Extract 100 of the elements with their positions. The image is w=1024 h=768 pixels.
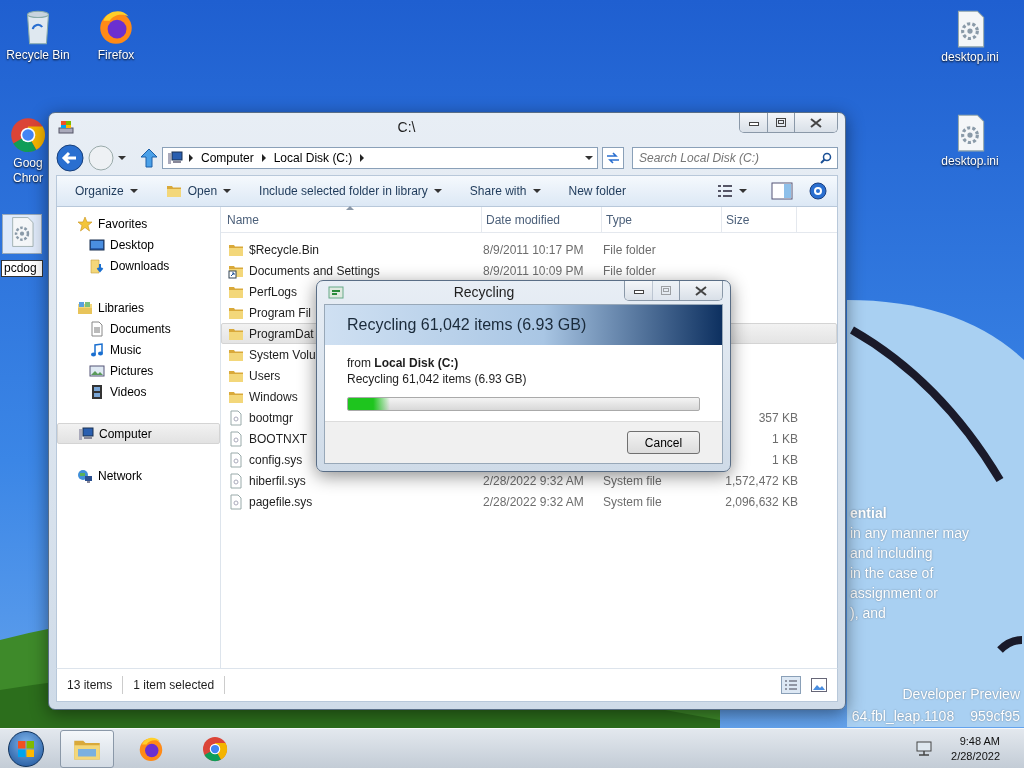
nav-item[interactable]: Network [57,465,220,486]
file-name[interactable]: System Volu [249,345,316,364]
dialog-title: Recycling [452,283,516,302]
chevron-icon[interactable] [261,154,266,162]
chevron-icon[interactable] [360,154,365,162]
wallpaper-text: ential [850,504,888,523]
search-field[interactable]: Search Local Disk (C:) [632,147,838,169]
nav-item[interactable]: Music [57,339,220,360]
file-name[interactable]: BOOTNXT [249,429,307,448]
file-name[interactable]: $Recycle.Bin [249,240,320,259]
document-icon [89,320,105,337]
new-folder-button[interactable]: New folder [560,180,634,202]
recent-pages-caret-icon[interactable] [118,156,126,160]
dropdown-caret-icon[interactable] [585,156,593,160]
file-icon [228,472,244,489]
minimize-button[interactable] [625,281,652,300]
preview-pane-button[interactable] [771,181,793,201]
cancel-button[interactable]: Cancel [627,431,700,454]
refresh-button[interactable] [602,147,624,169]
downloads-folder-icon [89,257,105,274]
wallpaper-text: in the case of [850,564,935,583]
clock[interactable]: 9:48 AM 2/28/2022 [951,733,1000,764]
drive-icon [58,119,74,135]
nav-item[interactable]: Desktop [57,234,220,255]
file-name[interactable]: hiberfil.sys [249,471,306,490]
file-name[interactable]: bootmgr [249,408,294,427]
caret-icon [129,189,138,193]
file-icon [228,409,244,426]
back-arrow-button[interactable] [56,144,84,172]
menu-button[interactable]: Include selected folder in library [251,180,450,202]
address-bar[interactable]: Computer Local Disk (C:) [162,147,598,169]
file-name[interactable]: pagefile.sys [249,492,313,511]
menu-button[interactable]: Open [157,180,240,202]
file-icon [228,430,244,447]
nav-item[interactable]: Libraries [57,297,220,318]
picture-icon [89,362,105,379]
minimize-icon [633,287,644,294]
nav-item[interactable]: Pictures [57,360,220,381]
menu-button[interactable]: Share with [461,180,549,202]
file-name[interactable]: Documents and Settings [249,261,380,280]
up-arrow-button[interactable] [140,148,158,168]
wallpaper-text: and including [850,544,934,563]
nav-item[interactable]: Documents [57,318,220,339]
computer-icon [78,425,94,442]
close-button[interactable] [679,281,722,300]
taskbar-button[interactable] [60,729,114,768]
type-cell: File folder [603,263,656,278]
film-icon [89,383,105,400]
library-icon [77,299,93,316]
maximize-icon [661,286,671,295]
type-cell: File folder [603,242,656,257]
file-name[interactable]: PerfLogs [249,282,298,301]
star-icon [77,215,93,232]
wallpaper-text: in any manner may [850,524,970,543]
size-cell: 357 KB [758,410,798,425]
caret-icon [532,189,541,193]
maximize-icon [776,118,786,127]
icon-label: desktop.ini [941,50,999,65]
icon-label: Chror [13,171,43,186]
column-header[interactable]: Size [722,207,797,232]
sort-arrow-icon [346,206,354,210]
size-cell: 1,572,472 KB [725,473,798,488]
maximize-button[interactable] [767,113,794,132]
column-header[interactable]: Date modified [482,207,602,232]
help-button[interactable] [809,182,827,200]
icon-label: Firefox [97,48,135,63]
network-icon[interactable] [915,739,934,758]
source-text: from Local Disk (C:) [347,355,460,371]
breadcrumb-item[interactable]: Computer [199,149,256,167]
progress-detail: Recycling 61,042 items (6.93 GB) [347,371,528,387]
chevron-icon[interactable] [189,154,193,162]
file-name[interactable]: config.sys [249,450,303,469]
music-note-icon [89,341,105,358]
type-cell: System file [603,473,662,488]
breadcrumb-item[interactable]: Local Disk (C:) [271,149,355,167]
column-header[interactable]: Type [602,207,722,232]
size-cell: 2,096,632 KB [725,494,798,509]
file-name[interactable]: Users [249,366,281,385]
caret-icon [223,189,232,193]
file-name[interactable]: Program Fil [249,303,311,322]
column-header[interactable]: Name [221,207,482,232]
file-name[interactable]: ProgramDat [249,324,314,343]
nav-item[interactable]: Computer [57,423,220,444]
rename-field[interactable]: pcdog [1,260,43,277]
minimize-button[interactable] [740,113,767,132]
nav-item[interactable]: Videos [57,381,220,402]
date-cell: 2/28/2022 9:32 AM [483,494,584,509]
search-icon [820,152,832,164]
size-cell: 1 KB [772,452,798,467]
nav-item[interactable]: Favorites [57,213,220,234]
caret-icon [433,189,442,193]
file-name[interactable]: Windows [249,387,298,406]
monitor-icon [89,236,105,253]
start-button[interactable] [8,730,44,767]
menu-button[interactable]: Organize [67,180,146,202]
close-button[interactable] [794,113,837,132]
nav-item[interactable]: Downloads [57,255,220,276]
wallpaper-text: ), and [850,604,887,623]
icon-label: Goog [13,156,43,171]
large-icons-view-button[interactable] [811,678,827,692]
